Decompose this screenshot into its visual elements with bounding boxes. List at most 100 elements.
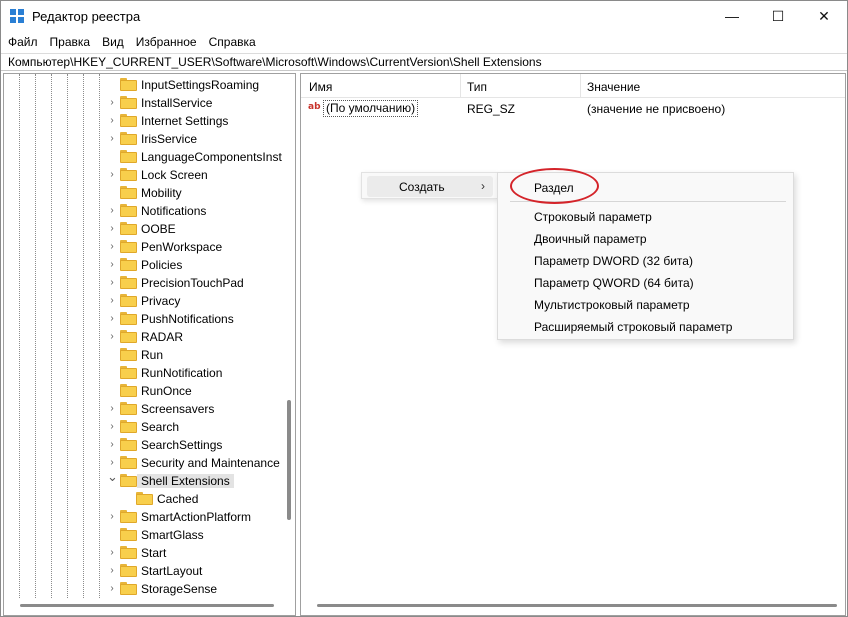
tree-item[interactable]: › StartLayout — [4, 562, 284, 580]
tree-item[interactable]: › OOBE — [4, 220, 284, 238]
close-button[interactable]: ✕ — [801, 1, 847, 31]
title-bar: Редактор реестра — ☐ ✕ — [1, 1, 847, 31]
chevron-right-icon[interactable]: › — [107, 295, 117, 307]
tree-horizontal-scrollbar[interactable] — [20, 604, 274, 607]
submenu-item-multi-string-value[interactable]: Мультистроковый параметр — [502, 294, 790, 316]
address-bar[interactable]: Компьютер\HKEY_CURRENT_USER\Software\Mic… — [1, 53, 847, 71]
chevron-right-icon[interactable]: › — [107, 115, 117, 127]
tree-item[interactable]: RunNotification — [4, 364, 284, 382]
tree-item-label: Internet Settings — [141, 114, 229, 128]
tree-item[interactable]: › Internet Settings — [4, 112, 284, 130]
tree-item[interactable]: › SmartActionPlatform — [4, 508, 284, 526]
chevron-right-icon[interactable]: › — [107, 421, 117, 433]
menu-view[interactable]: Вид — [95, 32, 129, 52]
tree-item[interactable]: InputSettingsRoaming — [4, 76, 284, 94]
chevron-right-icon[interactable]: › — [107, 205, 117, 217]
values-pane[interactable]: Имя Тип Значение ab (По умолчанию) REG_S… — [300, 73, 846, 616]
chevron-right-icon[interactable]: › — [107, 547, 117, 559]
tree-item-label: IrisService — [141, 132, 198, 146]
tree-item[interactable]: Mobility — [4, 184, 284, 202]
tree-item[interactable]: › Notifications — [4, 202, 284, 220]
tree-item-label: InstallService — [141, 96, 213, 110]
folder-icon — [120, 258, 137, 271]
tree-item[interactable]: › Search — [4, 418, 284, 436]
tree-item[interactable]: › Start — [4, 544, 284, 562]
folder-icon — [120, 348, 137, 361]
tree-item[interactable]: Cached — [4, 490, 284, 508]
tree-item[interactable]: › Security and Maintenance — [4, 454, 284, 472]
tree-item[interactable]: › PrecisionTouchPad — [4, 274, 284, 292]
menu-edit[interactable]: Правка — [43, 32, 96, 52]
value-name[interactable]: (По умолчанию) — [323, 100, 419, 117]
tree-item[interactable]: › PenWorkspace — [4, 238, 284, 256]
chevron-right-icon[interactable]: › — [107, 565, 117, 577]
key-tree-pane[interactable]: InputSettingsRoaming › InstallService › Inte… — [3, 73, 296, 616]
submenu-item-key[interactable]: Раздел — [502, 177, 790, 199]
folder-icon — [120, 456, 137, 469]
chevron-right-icon[interactable]: › — [107, 259, 117, 271]
column-header-type[interactable]: Тип — [467, 80, 487, 94]
submenu-item-binary-value[interactable]: Двоичный параметр — [502, 228, 790, 250]
chevron-right-icon[interactable]: › — [107, 403, 117, 415]
tree-item-label: LanguageComponentsInst — [141, 150, 282, 164]
folder-icon — [120, 384, 137, 397]
value-type: REG_SZ — [467, 102, 516, 116]
chevron-right-icon[interactable]: › — [107, 583, 117, 595]
tree-item-label: Cached — [157, 492, 199, 506]
tree-item-label: StartLayout — [141, 564, 203, 578]
submenu-item-label: Параметр DWORD (32 бита) — [534, 254, 693, 268]
chevron-right-icon[interactable]: › — [107, 133, 117, 145]
value-row[interactable]: ab (По умолчанию) REG_SZ (значение не пр… — [301, 99, 845, 119]
chevron-right-icon[interactable]: › — [107, 511, 117, 523]
submenu-divider — [510, 201, 786, 202]
tree-item[interactable]: › Lock Screen — [4, 166, 284, 184]
tree-item[interactable]: › Policies — [4, 256, 284, 274]
tree-item-label: SmartActionPlatform — [141, 510, 252, 524]
chevron-right-icon[interactable]: › — [107, 457, 117, 469]
submenu-item-label: Строковый параметр — [534, 210, 652, 224]
maximize-button[interactable]: ☐ — [755, 1, 801, 31]
context-menu-item-create[interactable]: Создать › — [367, 176, 493, 197]
submenu-item-label: Мультистроковый параметр — [534, 298, 690, 312]
menu-favorites[interactable]: Избранное — [129, 32, 202, 52]
tree-item[interactable]: › IrisService — [4, 130, 284, 148]
tree-item[interactable]: › RADAR — [4, 328, 284, 346]
submenu-item-dword-value[interactable]: Параметр DWORD (32 бита) — [502, 250, 790, 272]
column-header-data[interactable]: Значение — [587, 80, 640, 94]
tree-item-label: OOBE — [141, 222, 176, 236]
tree-item[interactable]: SmartGlass — [4, 526, 284, 544]
column-header-name[interactable]: Имя — [309, 80, 332, 94]
tree-item[interactable]: › PushNotifications — [4, 310, 284, 328]
submenu-item-qword-value[interactable]: Параметр QWORD (64 бита) — [502, 272, 790, 294]
tree-item[interactable]: Run — [4, 346, 284, 364]
submenu-item-string-value[interactable]: Строковый параметр — [502, 206, 790, 228]
chevron-right-icon[interactable]: › — [107, 223, 117, 235]
tree-item[interactable]: › Screensavers — [4, 400, 284, 418]
chevron-down-icon[interactable]: ⌄ — [107, 470, 118, 483]
chevron-right-icon[interactable]: › — [107, 313, 117, 325]
minimize-button[interactable]: — — [709, 1, 755, 31]
tree-item[interactable]: LanguageComponentsInst — [4, 148, 284, 166]
folder-icon — [120, 402, 137, 415]
registry-editor-app-icon — [10, 9, 25, 24]
chevron-right-icon[interactable]: › — [107, 241, 117, 253]
menu-help[interactable]: Справка — [202, 32, 261, 52]
tree-item-label: RADAR — [141, 330, 184, 344]
submenu-item-label: Раздел — [534, 181, 574, 195]
chevron-right-icon[interactable]: › — [107, 169, 117, 181]
values-horizontal-scrollbar[interactable] — [317, 604, 837, 607]
chevron-right-icon[interactable]: › — [107, 277, 117, 289]
chevron-right-icon[interactable]: › — [107, 439, 117, 451]
submenu-item-expandable-string-value[interactable]: Расширяемый строковый параметр — [502, 316, 790, 338]
tree-item-label: SearchSettings — [141, 438, 223, 452]
tree-item[interactable]: › SearchSettings — [4, 436, 284, 454]
tree-item[interactable]: › StorageSense — [4, 580, 284, 598]
chevron-right-icon[interactable]: › — [107, 331, 117, 343]
tree-item[interactable]: RunOnce — [4, 382, 284, 400]
tree-item[interactable]: › Privacy — [4, 292, 284, 310]
tree-item[interactable]: › InstallService — [4, 94, 284, 112]
tree-item[interactable]: ⌄ Shell Extensions — [4, 470, 284, 490]
chevron-right-icon[interactable]: › — [107, 97, 117, 109]
menu-file[interactable]: Файл — [1, 32, 43, 52]
tree-vertical-scrollbar[interactable] — [287, 400, 291, 520]
